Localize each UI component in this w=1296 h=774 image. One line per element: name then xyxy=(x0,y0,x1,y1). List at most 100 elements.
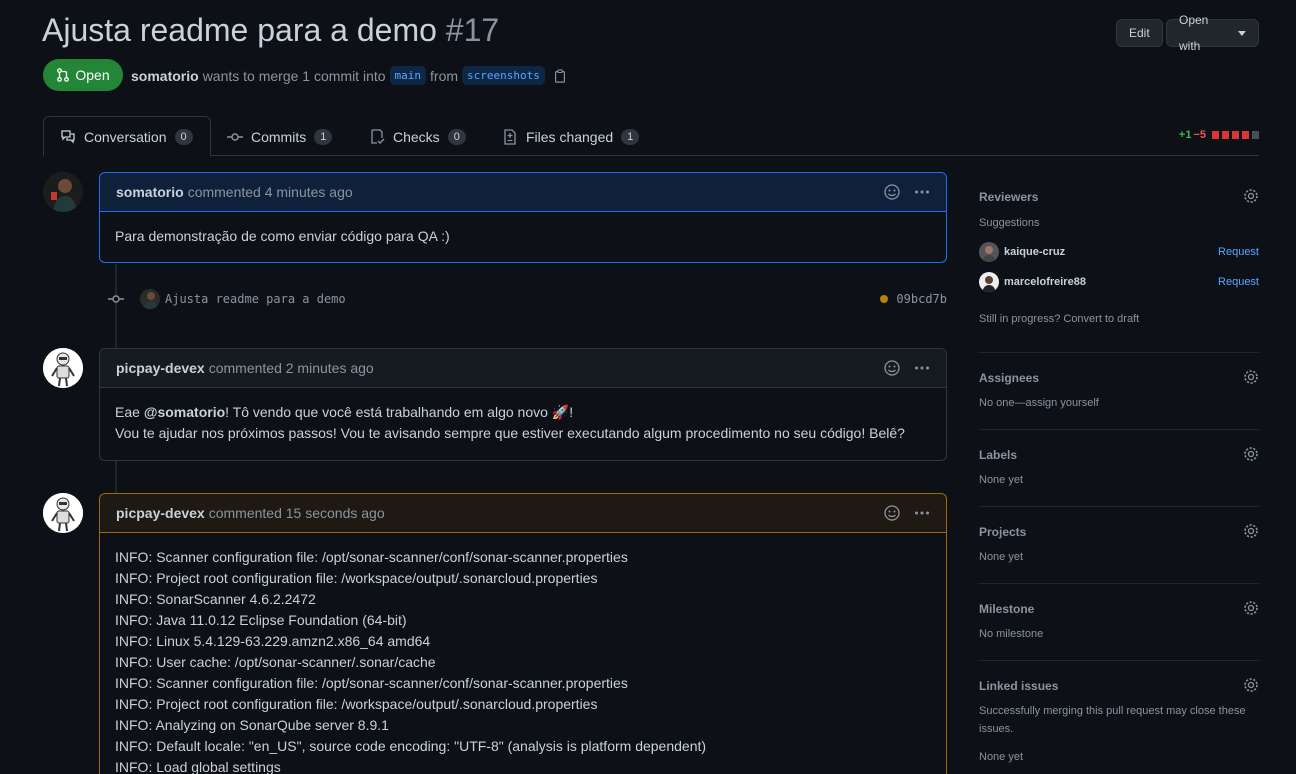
avatar[interactable] xyxy=(43,493,83,533)
log-line: INFO: Scanner configuration file: /opt/s… xyxy=(115,675,628,691)
sidebar-reviewers: Reviewers Suggestions kaique-cruz Reques… xyxy=(979,188,1259,330)
base-branch[interactable]: main xyxy=(389,66,427,85)
gear-icon[interactable] xyxy=(1243,677,1259,693)
commit-author-avatar[interactable] xyxy=(140,289,160,309)
reviewer-suggestion: kaique-cruz Request xyxy=(979,242,1259,262)
tab-checks[interactable]: Checks 0 xyxy=(353,116,482,157)
kebab-horizontal-icon[interactable] xyxy=(914,184,930,200)
additions-count: +1 xyxy=(1178,129,1192,141)
gear-icon[interactable] xyxy=(1243,446,1259,462)
sidebar-divider xyxy=(979,660,1259,661)
avatar[interactable] xyxy=(979,272,999,292)
log-line: INFO: SonarScanner 4.6.2.2472 xyxy=(115,591,316,607)
robot-avatar-image xyxy=(43,493,83,533)
commit-message[interactable]: Ajusta readme para a demo xyxy=(165,292,346,306)
tab-label: Files changed xyxy=(526,128,614,145)
commit-sha[interactable]: 09bcd7b xyxy=(896,292,947,306)
sidebar-assignees: Assignees No one—assign yourself xyxy=(979,369,1259,412)
comment-header: picpay-devex commented 15 seconds ago xyxy=(100,494,946,533)
sidebar-section-title: Milestone xyxy=(979,602,1035,616)
comment-header: picpay-devex commented 2 minutes ago xyxy=(100,349,946,388)
tab-label: Commits xyxy=(251,128,307,145)
timeline-line xyxy=(115,461,117,493)
tab-label: Checks xyxy=(393,128,440,145)
kebab-horizontal-icon[interactable] xyxy=(914,360,930,376)
pull-request-icon xyxy=(57,68,70,82)
gear-icon[interactable] xyxy=(1243,188,1259,204)
copy-icon[interactable] xyxy=(553,68,567,83)
avatar[interactable] xyxy=(43,172,83,212)
comment-card: picpay-devex commented 15 seconds ago IN… xyxy=(99,493,947,774)
comment-time[interactable]: commented 15 seconds ago xyxy=(209,505,385,521)
comment-time[interactable]: commented 2 minutes ago xyxy=(209,360,374,376)
sidebar-milestone: Milestone No milestone xyxy=(979,600,1259,643)
deletions-count: −5 xyxy=(1193,129,1206,141)
user-mention[interactable]: @somatorio xyxy=(144,404,225,420)
head-branch[interactable]: screenshots xyxy=(462,66,545,85)
tab-conversation[interactable]: Conversation 0 xyxy=(43,116,211,157)
comment-card: picpay-devex commented 2 minutes ago Eae… xyxy=(99,348,947,461)
sidebar-divider xyxy=(979,352,1259,353)
status-pending-dot[interactable] xyxy=(880,295,889,303)
gear-icon[interactable] xyxy=(1243,600,1259,616)
reviewer-name[interactable]: marcelofreire88 xyxy=(1004,276,1086,288)
commit-icon xyxy=(227,132,243,141)
tab-commits[interactable]: Commits 1 xyxy=(211,116,348,157)
comment-text: ! Tô vendo que você está trabalhando em … xyxy=(225,404,574,420)
diffstat-block xyxy=(1232,131,1239,139)
convert-to-draft-link[interactable]: Still in progress? Convert to draft xyxy=(979,310,1259,328)
sidebar-section-title: Labels xyxy=(979,448,1018,462)
log-line: INFO: Linux 5.4.129-63.229.amzn2.x86_64 … xyxy=(115,633,431,649)
projects-value: None yet xyxy=(979,551,1024,563)
log-line: INFO: Load global settings xyxy=(115,759,281,774)
caret-down-icon xyxy=(1238,30,1246,36)
gear-icon[interactable] xyxy=(1243,369,1259,385)
log-line: INFO: Project root configuration file: /… xyxy=(115,696,598,712)
pr-meta-text: wants to merge 1 commit into xyxy=(202,67,386,84)
reviewer-name[interactable]: kaique-cruz xyxy=(1004,246,1065,258)
log-line: INFO: Project root configuration file: /… xyxy=(115,570,598,586)
avatar-image xyxy=(43,172,83,212)
open-with-button[interactable]: Open with xyxy=(1166,13,1259,53)
comment-line: Vou te ajudar nos próximos passos! Vou t… xyxy=(115,425,905,441)
comment-author[interactable]: somatorio xyxy=(116,184,184,200)
pr-title-text: Ajusta readme para a demo xyxy=(42,12,437,48)
sidebar-linked-issues: Linked issues Successfully merging this … xyxy=(979,677,1259,766)
linked-issues-text: Successfully merging this pull request m… xyxy=(979,705,1246,735)
comment-line: Eae @somatorio! Tô vendo que você está t… xyxy=(115,402,931,423)
pr-title: Ajusta readme para a demo #17 xyxy=(42,12,499,49)
edit-button[interactable]: Edit xyxy=(1116,19,1163,47)
from-text: from xyxy=(430,67,459,84)
pr-author-link[interactable]: somatorio xyxy=(131,68,199,84)
log-line: INFO: Default locale: "en_US", source co… xyxy=(115,738,707,754)
open-with-label: Open with xyxy=(1179,13,1209,53)
tab-files-changed[interactable]: Files changed 1 xyxy=(486,116,655,157)
smiley-icon[interactable] xyxy=(884,360,900,376)
pr-meta: somatorio wants to merge 1 commit into m… xyxy=(131,66,567,85)
smiley-icon[interactable] xyxy=(884,505,900,521)
avatar[interactable] xyxy=(979,242,999,262)
comment-author[interactable]: picpay-devex xyxy=(116,360,205,376)
tab-counter: 1 xyxy=(314,128,333,145)
sidebar-section-title: Linked issues xyxy=(979,679,1059,693)
comment-author[interactable]: picpay-devex xyxy=(116,505,205,521)
avatar[interactable] xyxy=(43,348,83,388)
request-review-button[interactable]: Request xyxy=(1218,246,1259,258)
milestone-value: No milestone xyxy=(979,628,1044,640)
assign-yourself-link[interactable]: No one—assign yourself xyxy=(979,394,1259,412)
comment-body: INFO: Scanner configuration file: /opt/s… xyxy=(100,533,946,774)
gear-icon[interactable] xyxy=(1243,523,1259,539)
kebab-horizontal-icon[interactable] xyxy=(914,505,930,521)
linked-issues-value: None yet xyxy=(979,751,1024,763)
diffstat-block xyxy=(1252,131,1259,139)
request-review-button[interactable]: Request xyxy=(1218,276,1259,288)
comment-body: Eae @somatorio! Tô vendo que você está t… xyxy=(100,388,946,458)
reviewer-suggestion: marcelofreire88 Request xyxy=(979,272,1259,292)
log-line: INFO: Analyzing on SonarQube server 8.9.… xyxy=(115,717,389,733)
status-label: Open xyxy=(75,67,110,83)
smiley-icon[interactable] xyxy=(884,184,900,200)
comment-time[interactable]: commented 4 minutes ago xyxy=(188,184,353,200)
robot-avatar-image xyxy=(43,348,83,388)
diffstat-block xyxy=(1222,131,1229,139)
comment-text: Eae xyxy=(115,404,144,420)
